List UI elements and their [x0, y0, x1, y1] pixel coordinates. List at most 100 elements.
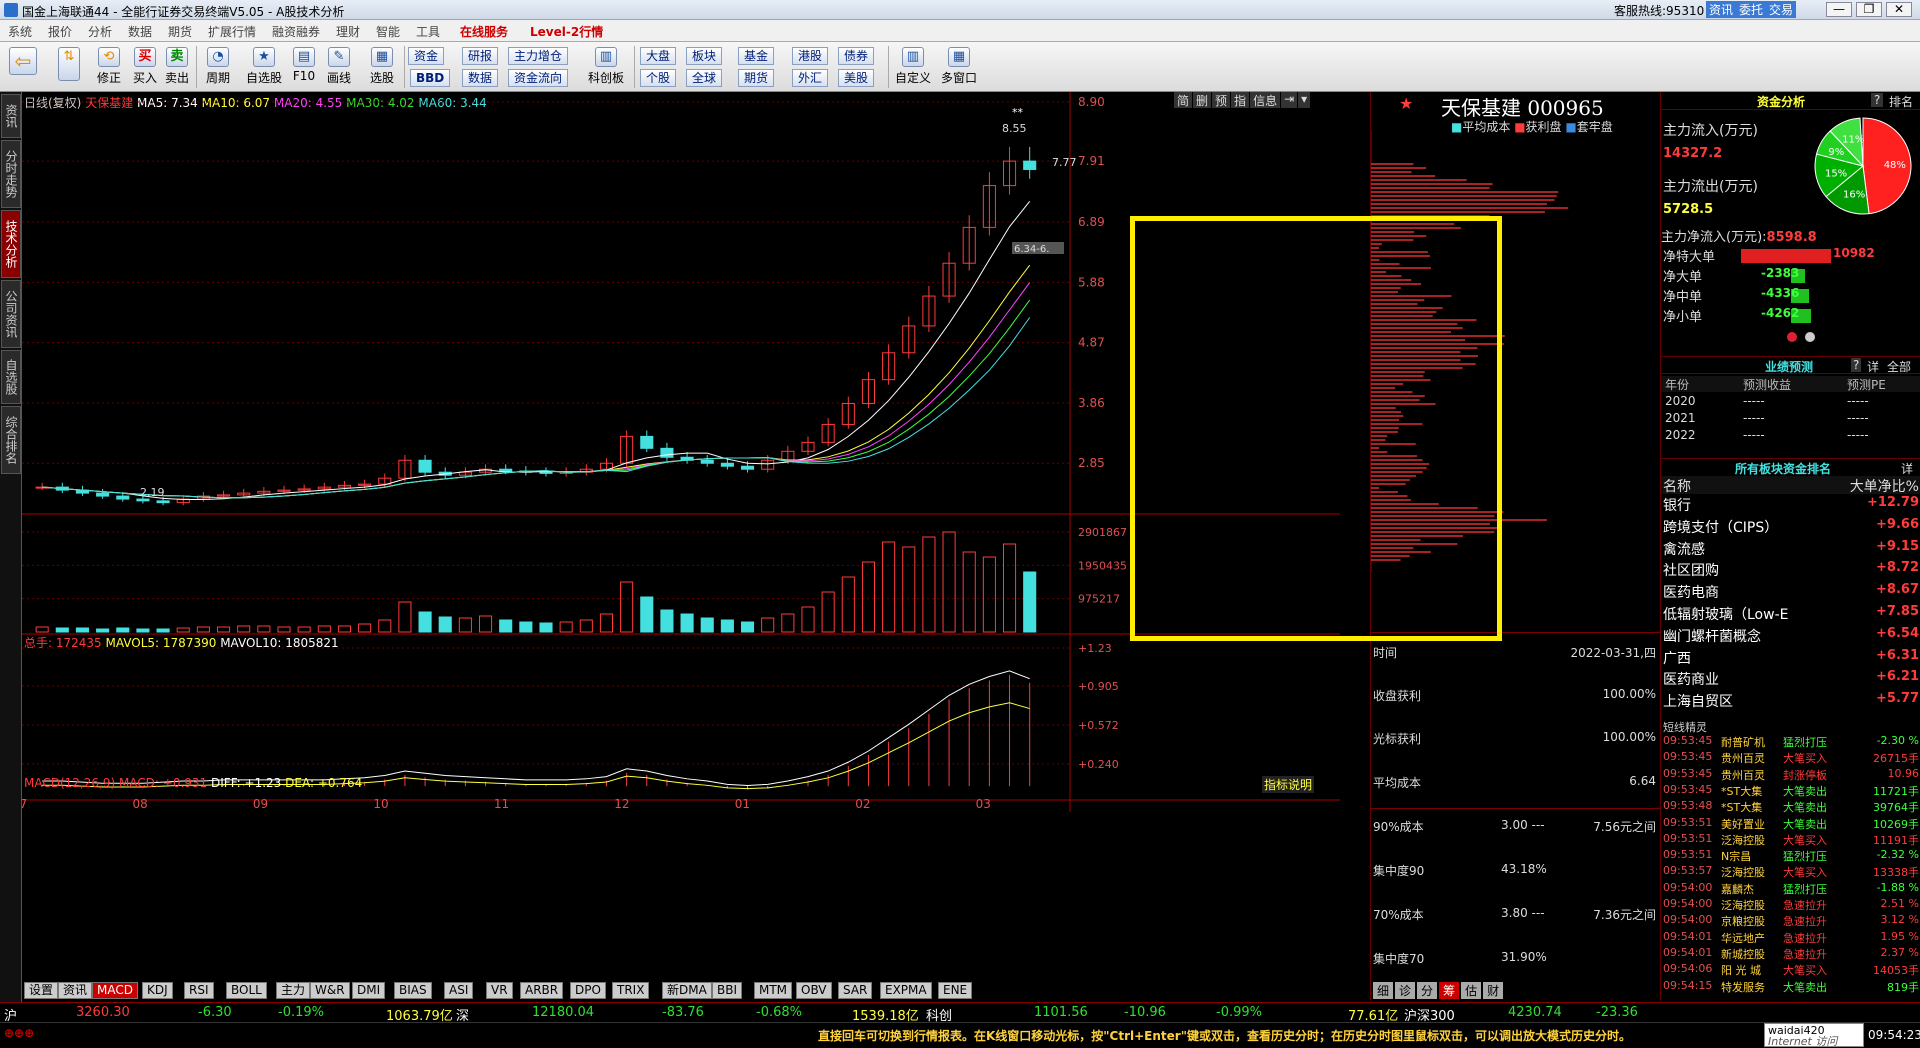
close-icon[interactable]: ✕ — [1886, 2, 1912, 17]
tab-chip[interactable]: 筹 — [1439, 982, 1460, 999]
indicator-tab-12[interactable]: ARBR — [520, 982, 564, 999]
main-increase-button[interactable]: 主力增仓 — [508, 47, 569, 65]
menu-system[interactable]: 系统 — [8, 23, 32, 40]
back-button[interactable]: ⇦ — [6, 44, 40, 90]
elves-row[interactable]: 09:53:45 *ST大集 大笔卖出 11721手 — [1661, 783, 1920, 799]
draw-button[interactable]: ✎ 画线 — [322, 44, 356, 90]
elves-row[interactable]: 09:53:51 N宗昌 猛烈打压 -2.32 % — [1661, 848, 1920, 864]
fund-rank-button[interactable]: 排名 — [1889, 93, 1913, 110]
tab-watchlist[interactable]: 自选股 — [1, 350, 21, 404]
indicator-tab-18[interactable]: OBV — [796, 982, 832, 999]
sector-row[interactable]: 低辐射玻璃（Low-E +7.85 — [1661, 604, 1920, 625]
menu-futures[interactable]: 期货 — [168, 23, 192, 40]
elves-row[interactable]: 09:54:00 泛海控股 急速拉升 2.51 % — [1661, 897, 1920, 913]
star-market-button[interactable]: ▥ 科创板 — [584, 44, 628, 90]
sector-row[interactable]: 银行 +12.79 — [1661, 495, 1920, 516]
tab-split[interactable]: 分 — [1417, 982, 1438, 999]
menu-tools[interactable]: 工具 — [416, 23, 440, 40]
sector-row[interactable]: 跨境支付（CIPS） +9.66 — [1661, 517, 1920, 538]
elves-row[interactable]: 09:53:45 耐普矿机 猛烈打压 -2.30 % — [1661, 734, 1920, 750]
forecast-detail[interactable]: 详 — [1867, 358, 1879, 375]
indicator-tab-10[interactable]: ASI — [444, 982, 474, 999]
indicator-tab-13[interactable]: DPO — [570, 982, 606, 999]
restore-icon[interactable]: ❐ — [1856, 2, 1882, 17]
indicator-tab-6[interactable]: 主力 — [276, 982, 311, 999]
elves-row[interactable]: 09:54:00 嘉麟杰 猛烈打压 -1.88 % — [1661, 881, 1920, 897]
elves-row[interactable]: 09:54:00 京粮控股 急速拉升 3.12 % — [1661, 913, 1920, 929]
menu-online-service[interactable]: 在线服务 — [460, 23, 508, 40]
sector-row[interactable]: 医药电商 +8.67 — [1661, 582, 1920, 603]
stock-button[interactable]: 个股 — [640, 69, 677, 87]
bbd-button[interactable]: BBD — [410, 69, 451, 87]
tab-intraday[interactable]: 分时走势 — [1, 140, 21, 208]
tab-ranking[interactable]: 综合排名 — [1, 406, 21, 474]
index-button[interactable]: 大盘 — [640, 47, 677, 65]
page-dot-active[interactable] — [1787, 332, 1797, 342]
period-button[interactable]: ◔ 周期 — [200, 44, 236, 90]
watchlist-button[interactable]: ★ 自选股 — [242, 44, 286, 90]
tab-finance[interactable]: 财 — [1483, 982, 1504, 999]
indicator-tab-7[interactable]: W&R — [310, 982, 350, 999]
sector-row[interactable]: 社区团购 +8.72 — [1661, 560, 1920, 581]
menu-level2[interactable]: Level-2行情 — [530, 23, 603, 40]
indicator-tab-15[interactable]: 新DMA — [662, 982, 712, 999]
menu-quote[interactable]: 报价 — [48, 23, 72, 40]
info-button[interactable]: 资讯 — [1706, 1, 1737, 18]
indicator-explain-button[interactable]: 指标说明 — [1262, 776, 1315, 793]
indicator-tab-14[interactable]: TRIX — [612, 982, 650, 999]
research-button[interactable]: 研报 — [462, 47, 499, 65]
indicator-tab-3[interactable]: KDJ — [142, 982, 173, 999]
trust-button[interactable]: 委托 — [1736, 1, 1767, 18]
data-button[interactable]: 数据 — [462, 69, 499, 87]
fund-help-button[interactable]: ? — [1871, 93, 1884, 107]
sector-detail[interactable]: 详 — [1901, 460, 1913, 477]
indicator-tab-17[interactable]: MTM — [754, 982, 793, 999]
tab-detail[interactable]: 细 — [1373, 982, 1394, 999]
forecast-help[interactable]: ? — [1851, 358, 1862, 372]
fund-button[interactable]: 资金 — [408, 47, 445, 65]
indicator-tab-19[interactable]: SAR — [838, 982, 873, 999]
menu-finance[interactable]: 理财 — [336, 23, 360, 40]
tab-valuation[interactable]: 估 — [1461, 982, 1482, 999]
elves-row[interactable]: 09:53:48 *ST大集 大笔卖出 39764手 — [1661, 799, 1920, 815]
indicator-tab-9[interactable]: BIAS — [394, 982, 432, 999]
sell-button[interactable]: 卖卖出 — [162, 44, 192, 90]
forecast-all[interactable]: 全部 — [1887, 358, 1911, 375]
minimize-icon[interactable]: — — [1826, 2, 1852, 17]
elves-row[interactable]: 09:54:01 华远地产 急速拉升 1.95 % — [1661, 930, 1920, 946]
global-button[interactable]: 全球 — [686, 69, 723, 87]
indicator-tab-21[interactable]: ENE — [938, 982, 973, 999]
page-dot[interactable] — [1805, 332, 1815, 342]
futures-button[interactable]: 期货 — [738, 69, 775, 87]
elves-row[interactable]: 09:54:06 阳 光 城大笔买入 14053手 — [1661, 962, 1920, 978]
ime-box[interactable]: waidai420 Internet 访问 — [1764, 1023, 1864, 1047]
hk-button[interactable]: 港股 — [792, 47, 829, 65]
sector-row[interactable]: 幽门螺杆菌概念 +6.54 — [1661, 626, 1920, 647]
elves-row[interactable]: 09:53:51 泛海控股 大笔买入 11191手 — [1661, 832, 1920, 848]
tab-news[interactable]: 资讯 — [1, 94, 21, 138]
f10-button[interactable]: ▤ F10 — [290, 44, 318, 90]
sector-row[interactable]: 上海自贸区 +5.77 — [1661, 691, 1920, 712]
kline-chart-area[interactable]: 日线(复权) 天保基建 MA5: 7.34 MA10: 6.07 MA20: 4… — [22, 92, 1502, 1000]
sector-row[interactable]: 禽流感 +9.15 — [1661, 539, 1920, 560]
trade-button[interactable]: 交易 — [1766, 1, 1797, 18]
elves-row[interactable]: 09:53:57 泛海控股 大笔买入 13338手 — [1661, 864, 1920, 880]
forex-button[interactable]: 外汇 — [792, 69, 829, 87]
us-stock-button[interactable]: 美股 — [838, 69, 875, 87]
bond-button[interactable]: 债券 — [838, 47, 875, 65]
custom-button[interactable]: ▥ 自定义 — [892, 44, 934, 90]
indicator-tab-20[interactable]: EXPMA — [880, 982, 932, 999]
updown-button[interactable]: ⇅ — [56, 44, 82, 90]
sector-row[interactable]: 医药商业 +6.21 — [1661, 669, 1920, 690]
sector-button[interactable]: 板块 — [686, 47, 723, 65]
sector-row[interactable]: 广西 +6.31 — [1661, 648, 1920, 669]
indicator-tab-11[interactable]: VR — [486, 982, 513, 999]
elves-row[interactable]: 09:53:45 贵州百灵 封涨停板 10.96 — [1661, 767, 1920, 783]
tab-company-news[interactable]: 公司资讯 — [1, 280, 21, 348]
elves-row[interactable]: 09:53:51 美好置业 大笔卖出 10269手 — [1661, 816, 1920, 832]
indicator-tab-5[interactable]: BOLL — [226, 982, 267, 999]
menu-margin[interactable]: 融资融券 — [272, 23, 320, 40]
fund2-button[interactable]: 基金 — [738, 47, 775, 65]
screener-button[interactable]: ▦ 选股 — [362, 44, 402, 90]
elves-row[interactable]: 09:53:45 贵州百灵 大笔买入 26715手 — [1661, 750, 1920, 766]
